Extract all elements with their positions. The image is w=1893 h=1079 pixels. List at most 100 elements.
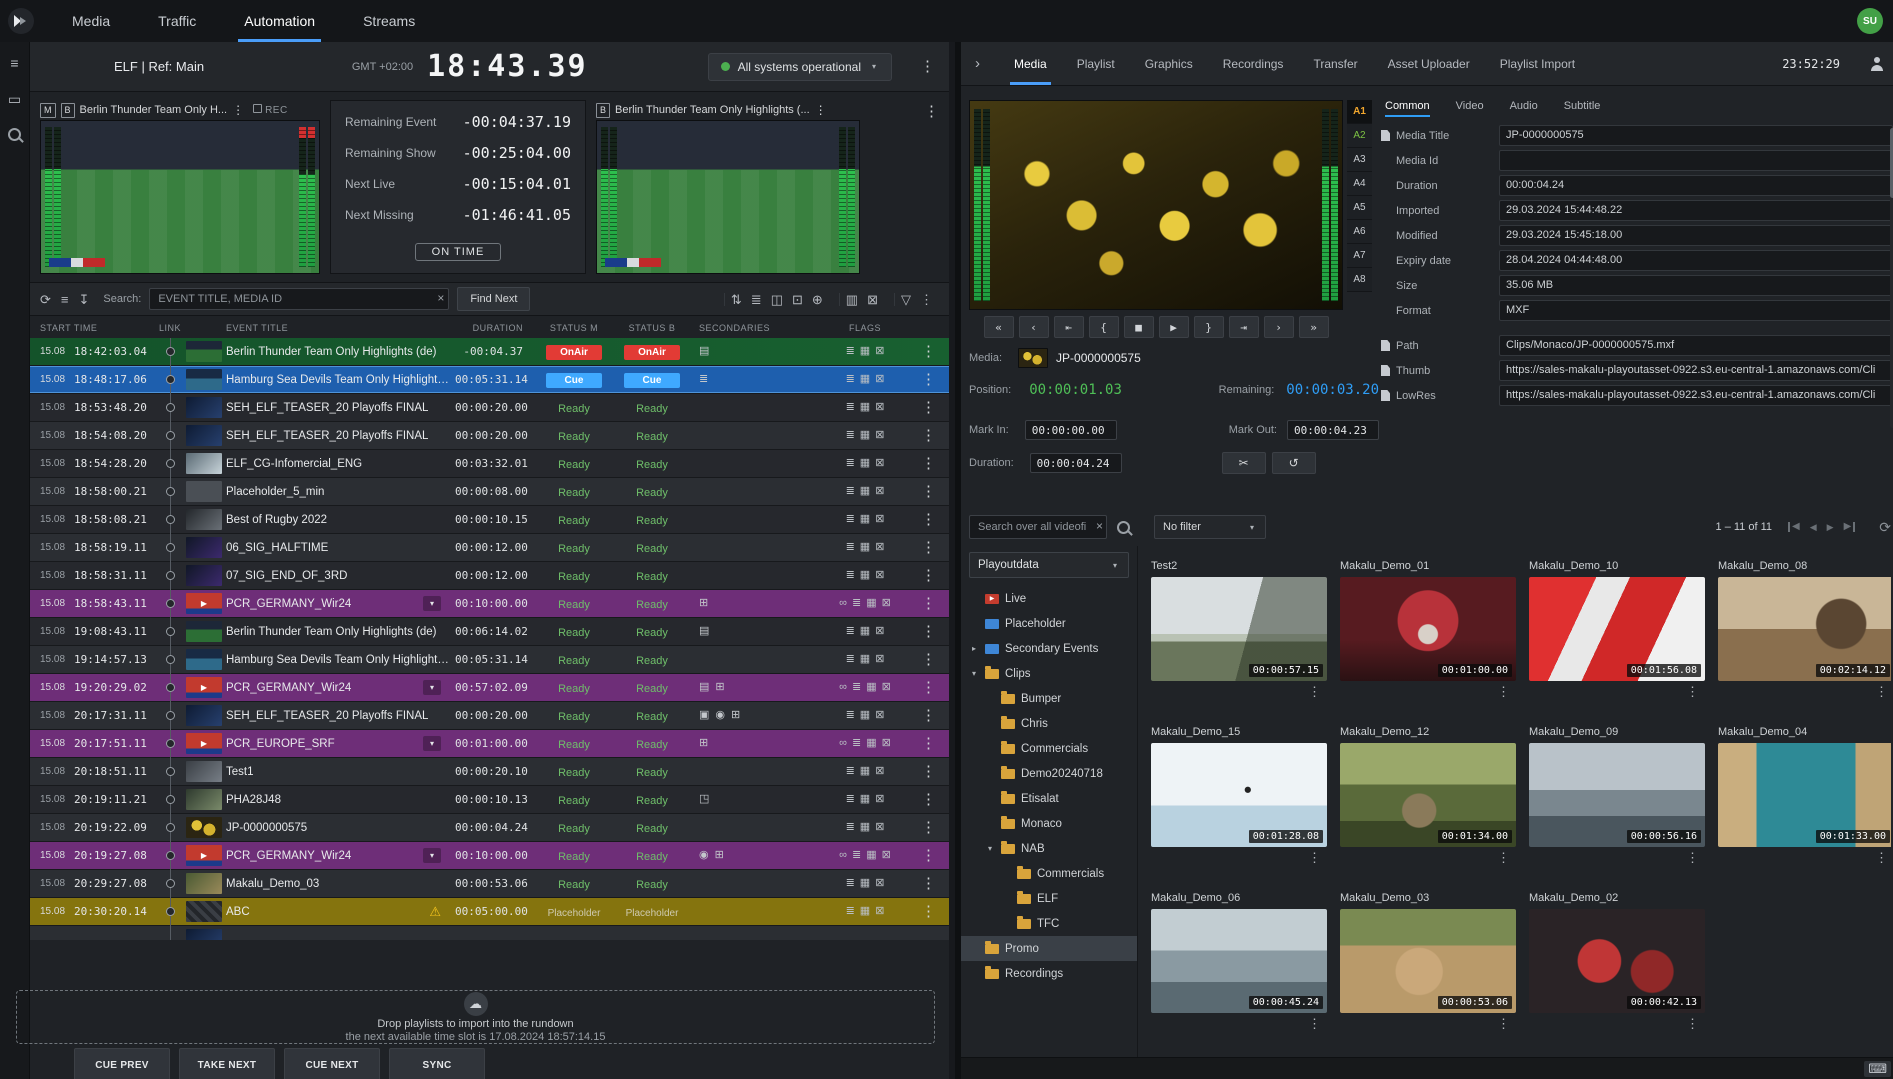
tab-transfer[interactable]: Transfer [1313,42,1357,85]
expand-event-icon[interactable]: ▾ [423,596,441,611]
sched-flag-icon[interactable]: ▦ [860,458,870,469]
sched-flag-icon[interactable]: ▦ [860,346,870,357]
clear-search-icon[interactable]: × [437,291,444,305]
rundown-row[interactable]: 15.08 19:20:29.02 ▶ PCR_GERMANY_Wir24 ▾ 00:57… [30,673,949,702]
noimg-flag-icon[interactable]: ⊠ [882,598,891,609]
tree-item-commercials[interactable]: Commercials [961,861,1137,886]
meta-tab-subtitle[interactable]: Subtitle [1564,100,1601,117]
channel-a3[interactable]: A3 [1347,148,1372,172]
group-icon[interactable]: ⊞ [699,598,708,609]
loop-flag-icon[interactable]: ∞ [839,682,847,693]
rundown-row[interactable]: 15.08 18:54:08.20 SEH_ELF_TEASER_20 Playof… [30,421,949,450]
media-player-video[interactable] [969,100,1343,310]
row-menu-icon[interactable]: ⋮ [921,484,949,499]
loop-flag-icon[interactable]: ∞ [839,738,847,749]
noimg-flag-icon[interactable]: ⊠ [882,682,891,693]
target-icon[interactable]: ◉ [699,850,709,861]
media-tile-menu-icon[interactable]: ⋮ [1151,1016,1327,1032]
rundown-row[interactable]: 15.08 20:19:11.21 PHA28J48 00:00:10.13 Ready… [30,785,949,814]
monitor-main[interactable]: M B Berlin Thunder Team Only H... ⋮ REC [40,100,320,274]
filter-icon[interactable]: ▽ [901,293,911,306]
first-page-icon-tri[interactable]: ◀ [1792,522,1800,532]
rundown-row[interactable]: 15.08 18:58:43.11 ▶ PCR_GERMANY_Wir24 ▾ 00:10… [30,589,949,618]
prev-page-icon[interactable]: ◀ [1810,522,1817,533]
column-header-status-m[interactable]: STATUS M [535,323,613,333]
image_off-icon[interactable]: ⊠ [867,293,878,306]
collapse-panel-icon[interactable]: › [975,55,980,72]
sched-flag-icon[interactable]: ▦ [860,766,870,777]
goto-in-button[interactable]: ⇤ [1053,316,1084,338]
form-flag-icon[interactable]: ≣ [846,626,855,637]
media-tile[interactable]: Makalu_Demo_02 00:00:42.13 ⋮ [1529,892,1705,1032]
rundown-row[interactable]: 15.08 19:08:43.11 Berlin Thunder Team Only… [30,617,949,646]
noimg-flag-icon[interactable]: ⊠ [875,486,884,497]
noimg-flag-icon[interactable]: ⊠ [875,878,884,889]
mark-in-input[interactable] [1024,420,1117,440]
row-menu-icon[interactable]: ⋮ [921,624,949,639]
sched-flag-icon[interactable]: ▦ [866,598,876,609]
sched-flag-icon[interactable]: ▦ [860,514,870,525]
row-menu-icon[interactable]: ⋮ [921,820,949,835]
media-tile-menu-icon[interactable]: ⋮ [1151,850,1327,866]
sched-flag-icon[interactable]: ▦ [866,738,876,749]
media-tile-menu-icon[interactable]: ⋮ [1340,850,1516,866]
meta-field-value[interactable]: 00:00:04.24 [1499,175,1893,196]
mark-out-button[interactable]: } [1193,316,1224,338]
expand-event-icon[interactable]: ▾ [423,736,441,751]
row-menu-icon[interactable]: ⋮ [921,792,949,807]
tab-graphics[interactable]: Graphics [1145,42,1193,85]
tree-item-bumper[interactable]: Bumper [961,686,1137,711]
sched-flag-icon[interactable]: ▦ [860,710,870,721]
channel-a8[interactable]: A8 [1347,268,1372,292]
group-icon[interactable]: ⊞ [715,682,724,693]
media-tile-menu-icon[interactable]: ⋮ [1340,1016,1516,1032]
noimg-flag-icon[interactable]: ⊠ [875,710,884,721]
monitor-menu-icon[interactable]: ⋮ [232,104,244,116]
row-menu-icon[interactable]: ⋮ [921,400,949,415]
noimg-flag-icon[interactable]: ⊠ [875,514,884,525]
sched-flag-icon[interactable]: ▦ [860,906,870,917]
lock-icon[interactable]: ⊡ [792,293,803,306]
search-icon[interactable] [8,128,21,143]
tree-root-select[interactable]: Playoutdata ▾ [969,552,1129,578]
nav-item-media[interactable]: Media [48,0,134,42]
sched-flag-icon[interactable]: ▦ [860,430,870,441]
form-flag-icon[interactable]: ≣ [846,766,855,777]
sort-icon[interactable]: ⇅ [731,293,742,306]
tree-item-elf[interactable]: ELF [961,886,1137,911]
target-icon[interactable]: ◉ [715,710,725,721]
tab-recordings[interactable]: Recordings [1223,42,1284,85]
media-tile-menu-icon[interactable]: ⋮ [1340,684,1516,700]
rundown-search-input[interactable] [149,288,450,310]
menu-icon[interactable]: ≡ [61,293,69,306]
nav-item-streams[interactable]: Streams [339,0,439,42]
list-icon[interactable]: ≣ [751,293,762,306]
tree-item-chris[interactable]: Chris [961,711,1137,736]
row-menu-icon[interactable]: ⋮ [921,596,949,611]
tree-item-clips[interactable]: ▾ Clips [961,661,1137,686]
group-icon[interactable]: ⊞ [699,738,708,749]
noimg-flag-icon[interactable]: ⊠ [875,346,884,357]
monitors-menu-icon[interactable]: ⋮ [924,103,939,120]
monitor-icon[interactable]: ▭ [8,92,21,106]
row-menu-icon[interactable]: ⋮ [921,904,949,919]
meta-field-value[interactable]: Clips/Monaco/JP-0000000575.mxf [1499,335,1893,356]
column-header-secondaries[interactable]: SECONDARIES [691,323,809,333]
column-header-status-b[interactable]: STATUS B [613,323,691,333]
menu-icon[interactable]: ≡ [10,56,18,70]
column-header-flags[interactable]: FLAGS [809,323,921,333]
expand-event-icon[interactable]: ▾ [423,680,441,695]
noimg-flag-icon[interactable]: ⊠ [875,570,884,581]
row-menu-icon[interactable]: ⋮ [921,652,949,667]
noimg-flag-icon[interactable]: ⊠ [882,738,891,749]
media-tile[interactable]: Makalu_Demo_12 00:01:34.00 ⋮ [1340,726,1516,866]
keyboard-icon[interactable]: ⌨ [1864,1060,1891,1077]
tree-item-recordings[interactable]: Recordings [961,961,1137,986]
tree-item-commercials[interactable]: Commercials [961,736,1137,761]
tree-expand-icon[interactable]: ▾ [969,669,979,678]
media-tile-menu-icon[interactable]: ⋮ [1529,850,1705,866]
transport-button-cue-next[interactable]: CUE NEXT▶ [284,1048,380,1079]
media-tile-menu-icon[interactable]: ⋮ [1718,850,1891,866]
trim-button[interactable]: ✂ [1221,452,1266,474]
first-page-icon[interactable]: ◀ [1788,522,1800,532]
